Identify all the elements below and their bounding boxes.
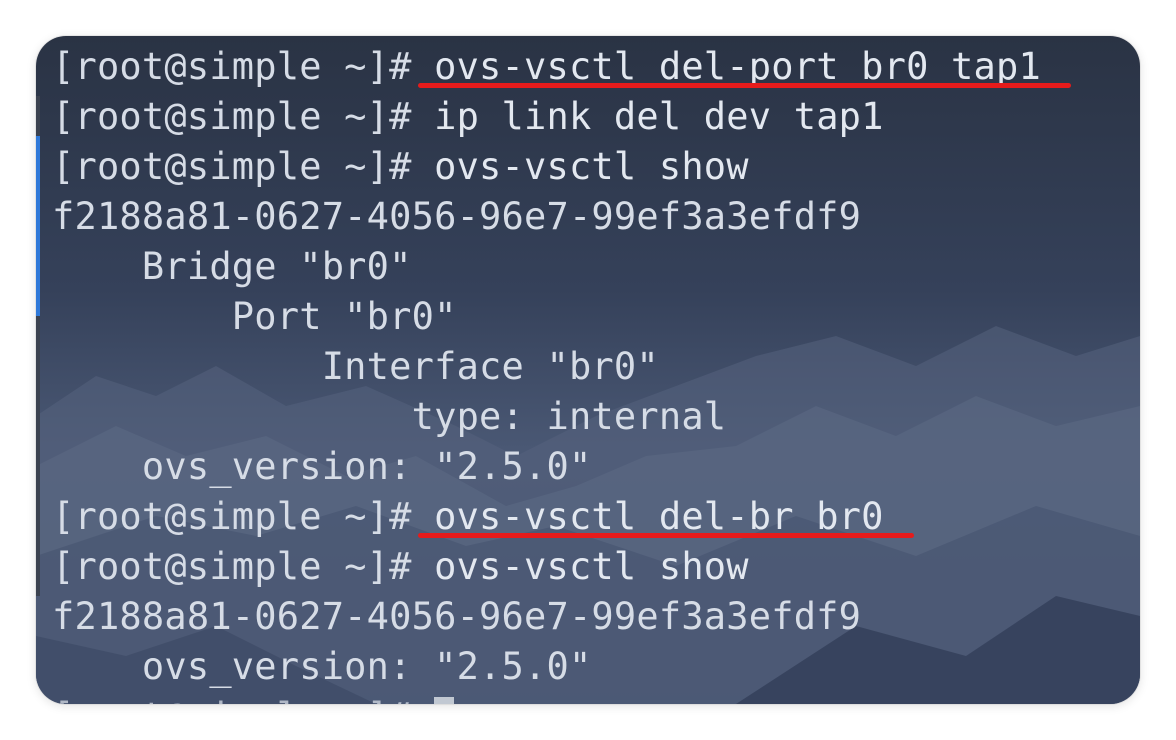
output-line: type: internal (52, 392, 1130, 442)
terminal-window[interactable]: [root@simple ~]# ovs-vsctl del-port br0 … (36, 36, 1140, 704)
command-text (412, 695, 434, 704)
command-line: [root@simple ~]# ovs-vsctl show (52, 542, 1130, 592)
shell-prompt: [root@simple ~]# (52, 695, 412, 704)
output-text: ovs_version: "2.5.0" (52, 445, 592, 488)
red-highlight-underline (418, 533, 914, 538)
output-line: f2188a81-0627-4056-96e7-99ef3a3efdf9 (52, 592, 1130, 642)
command-text: ovs-vsctl show (411, 145, 749, 188)
left-edge-strip (36, 96, 40, 596)
output-line: ovs_version: "2.5.0" (52, 642, 1130, 692)
output-text: type: internal (52, 395, 727, 438)
shell-prompt: [root@simple ~]# (52, 45, 412, 88)
command-line: [root@simple ~]# ovs-vsctl del-port br0 … (52, 42, 1130, 92)
command-text: ovs-vsctl del-br br0 (411, 495, 884, 538)
output-text: Port "br0" (52, 295, 457, 338)
command-text: ovs-vsctl show (411, 545, 749, 588)
command-line: [root@simple ~]# (52, 692, 1130, 704)
output-line: f2188a81-0627-4056-96e7-99ef3a3efdf9 (52, 192, 1130, 242)
output-line: Bridge "br0" (52, 242, 1130, 292)
command-text: ovs-vsctl del-port br0 tap1 (411, 45, 1041, 88)
command-text: ip link del dev tap1 (411, 95, 884, 138)
red-highlight-underline (418, 83, 1071, 88)
output-line: ovs_version: "2.5.0" (52, 442, 1130, 492)
command-line: [root@simple ~]# ovs-vsctl show (52, 142, 1130, 192)
shell-prompt: [root@simple ~]# (52, 495, 412, 538)
output-text: f2188a81-0627-4056-96e7-99ef3a3efdf9 (52, 595, 862, 638)
output-text: Interface "br0" (52, 345, 659, 388)
command-line: [root@simple ~]# ip link del dev tap1 (52, 92, 1130, 142)
text-cursor (434, 697, 455, 704)
terminal-output[interactable]: [root@simple ~]# ovs-vsctl del-port br0 … (52, 42, 1130, 704)
output-text: f2188a81-0627-4056-96e7-99ef3a3efdf9 (52, 195, 862, 238)
shell-prompt: [root@simple ~]# (52, 145, 412, 188)
output-text: ovs_version: "2.5.0" (52, 645, 592, 688)
shell-prompt: [root@simple ~]# (52, 95, 412, 138)
output-line: Port "br0" (52, 292, 1130, 342)
output-line: Interface "br0" (52, 342, 1130, 392)
command-line: [root@simple ~]# ovs-vsctl del-br br0 (52, 492, 1130, 542)
output-text: Bridge "br0" (52, 245, 412, 288)
shell-prompt: [root@simple ~]# (52, 545, 412, 588)
